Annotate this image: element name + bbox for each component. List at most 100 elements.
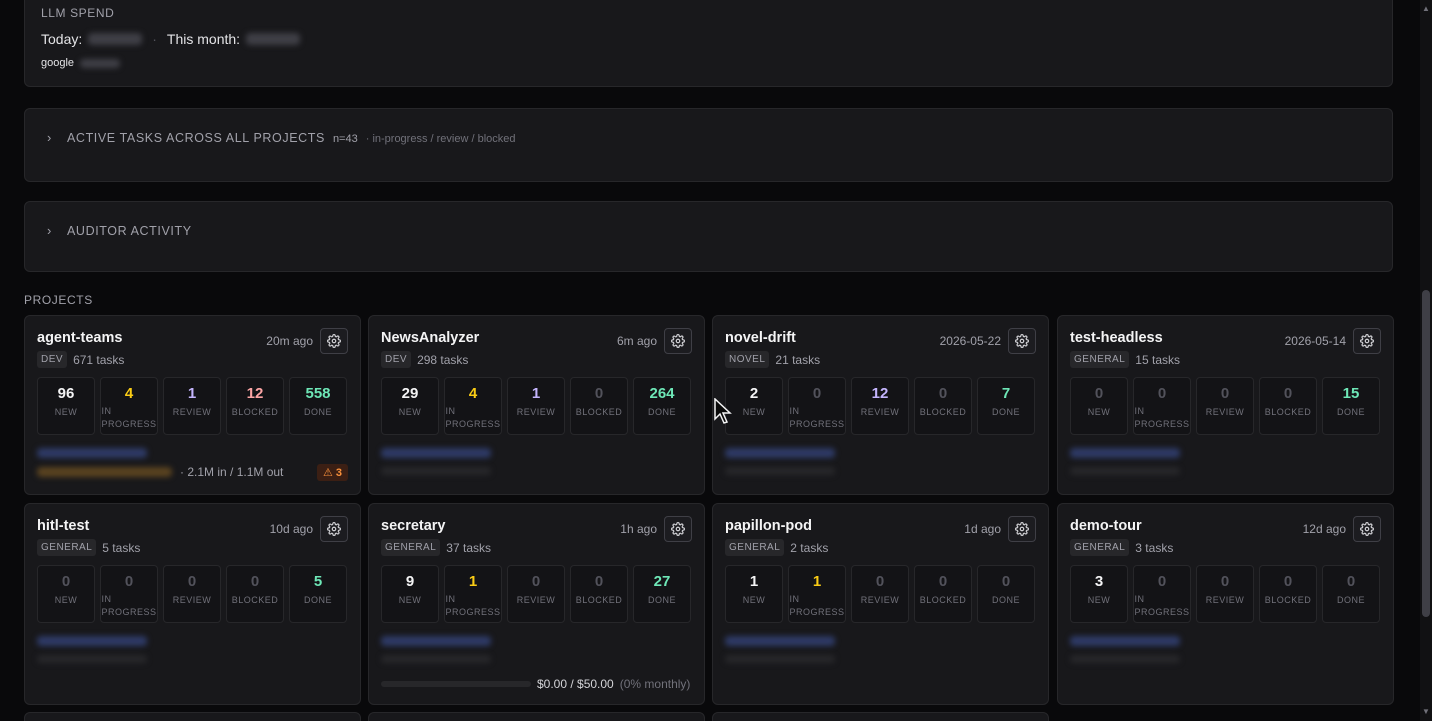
stat-value: 4 xyxy=(468,385,478,402)
project-name[interactable]: novel-drift xyxy=(725,330,796,346)
active-tasks-panel[interactable]: › ACTIVE TASKS ACROSS ALL PROJECTS n=43 … xyxy=(24,108,1393,182)
stat-in-progress[interactable]: 4 IN PROGRESS xyxy=(100,377,158,435)
stat-new[interactable]: 9 NEW xyxy=(381,565,439,623)
stat-blocked[interactable]: 0 BLOCKED xyxy=(570,377,628,435)
stat-label: IN PROGRESS xyxy=(1134,594,1190,617)
stat-blocked[interactable]: 0 BLOCKED xyxy=(914,377,972,435)
project-tag: NOVEL xyxy=(725,351,770,368)
stat-done[interactable]: 27 DONE xyxy=(633,565,691,623)
project-task-count: 15 tasks xyxy=(1135,352,1180,367)
stat-review[interactable]: 0 REVIEW xyxy=(851,565,909,623)
stat-label: BLOCKED xyxy=(919,407,967,417)
project-settings-button[interactable] xyxy=(1008,328,1036,354)
stat-blocked[interactable]: 12 BLOCKED xyxy=(226,377,284,435)
project-card[interactable]: agent-teams 20m ago DEV 671 tasks 96 NEW 4 IN PR… xyxy=(24,315,361,495)
project-last-activity: 1d ago xyxy=(964,522,1001,536)
stat-new[interactable]: 0 NEW xyxy=(1070,377,1128,435)
stat-new[interactable]: 96 NEW xyxy=(37,377,95,435)
auditor-activity-header[interactable]: › AUDITOR ACTIVITY xyxy=(47,223,192,238)
chevron-right-icon: › xyxy=(47,130,52,145)
stat-in-progress[interactable]: 0 IN PROGRESS xyxy=(788,377,846,435)
stat-blocked[interactable]: 0 BLOCKED xyxy=(1259,377,1317,435)
project-settings-button[interactable] xyxy=(664,328,692,354)
project-card[interactable]: hitl-test 10d ago GENERAL 5 tasks 0 NEW 0 IN PRO… xyxy=(24,503,361,705)
redacted-link xyxy=(381,448,491,458)
stat-blocked[interactable]: 0 BLOCKED xyxy=(226,565,284,623)
redacted-detail xyxy=(725,467,835,475)
project-card-peek xyxy=(368,712,705,721)
redacted-cost xyxy=(37,467,172,477)
project-last-activity: 20m ago xyxy=(266,334,313,348)
project-settings-button[interactable] xyxy=(1353,516,1381,542)
stat-done[interactable]: 15 DONE xyxy=(1322,377,1380,435)
redacted-detail xyxy=(1070,467,1180,475)
auditor-activity-panel[interactable]: › AUDITOR ACTIVITY xyxy=(24,201,1393,272)
project-tag: GENERAL xyxy=(37,539,97,556)
stat-blocked[interactable]: 0 BLOCKED xyxy=(1259,565,1317,623)
project-name[interactable]: hitl-test xyxy=(37,518,89,534)
project-settings-button[interactable] xyxy=(1008,516,1036,542)
stat-in-progress[interactable]: 1 IN PROGRESS xyxy=(444,565,502,623)
project-card[interactable]: NewsAnalyzer 6m ago DEV 298 tasks 29 NEW 4 IN PR… xyxy=(368,315,705,495)
project-card[interactable]: novel-drift 2026-05-22 NOVEL 21 tasks 2 NEW 0 I… xyxy=(712,315,1049,495)
project-settings-button[interactable] xyxy=(664,516,692,542)
stat-in-progress[interactable]: 1 IN PROGRESS xyxy=(788,565,846,623)
project-settings-button[interactable] xyxy=(320,328,348,354)
stat-value: 0 xyxy=(1346,573,1356,590)
redacted-link xyxy=(37,448,147,458)
project-card-peek xyxy=(24,712,361,721)
project-name[interactable]: secretary xyxy=(381,518,446,534)
stat-value: 1 xyxy=(468,573,478,590)
stat-new[interactable]: 1 NEW xyxy=(725,565,783,623)
stat-review[interactable]: 1 REVIEW xyxy=(507,377,565,435)
stat-done[interactable]: 558 DONE xyxy=(289,377,347,435)
stat-review[interactable]: 0 REVIEW xyxy=(1196,565,1254,623)
stat-new[interactable]: 3 NEW xyxy=(1070,565,1128,623)
llm-spend-summary: Today: · This month: xyxy=(41,31,301,47)
stat-review[interactable]: 0 REVIEW xyxy=(1196,377,1254,435)
stat-review[interactable]: 1 REVIEW xyxy=(163,377,221,435)
project-name[interactable]: agent-teams xyxy=(37,330,122,346)
project-stats: 0 NEW 0 IN PROGRESS 0 REVIEW 0 BLOCKED 15 DONE xyxy=(1070,377,1380,435)
project-settings-button[interactable] xyxy=(320,516,348,542)
project-card[interactable]: secretary 1h ago GENERAL 37 tasks 9 NEW 1 IN PRO… xyxy=(368,503,705,705)
stat-value: 15 xyxy=(1342,385,1360,402)
scrollbar-thumb[interactable] xyxy=(1422,290,1430,617)
warning-badge[interactable]: ⚠ 3 xyxy=(316,464,348,481)
stat-in-progress[interactable]: 0 IN PROGRESS xyxy=(1133,377,1191,435)
stat-done[interactable]: 0 DONE xyxy=(977,565,1035,623)
stat-in-progress[interactable]: 4 IN PROGRESS xyxy=(444,377,502,435)
stat-in-progress[interactable]: 0 IN PROGRESS xyxy=(100,565,158,623)
project-name[interactable]: NewsAnalyzer xyxy=(381,330,479,346)
stat-label: DONE xyxy=(991,407,1020,417)
stat-done[interactable]: 0 DONE xyxy=(1322,565,1380,623)
stat-label: NEW xyxy=(398,595,422,605)
stat-in-progress[interactable]: 0 IN PROGRESS xyxy=(1133,565,1191,623)
stat-done[interactable]: 5 DONE xyxy=(289,565,347,623)
stat-blocked[interactable]: 0 BLOCKED xyxy=(914,565,972,623)
stat-value: 0 xyxy=(187,573,197,590)
project-meta: GENERAL 37 tasks xyxy=(381,539,491,556)
stat-done[interactable]: 7 DONE xyxy=(977,377,1035,435)
stat-label: IN PROGRESS xyxy=(789,594,845,617)
project-card[interactable]: test-headless 2026-05-14 GENERAL 15 tasks 0 N… xyxy=(1057,315,1394,495)
project-card[interactable]: papillon-pod 1d ago GENERAL 2 tasks 1 NEW 1 IN P… xyxy=(712,503,1049,705)
scroll-up-icon[interactable]: ▲ xyxy=(1422,4,1430,13)
stat-new[interactable]: 29 NEW xyxy=(381,377,439,435)
stat-done[interactable]: 264 DONE xyxy=(633,377,691,435)
project-name[interactable]: papillon-pod xyxy=(725,518,812,534)
stat-review[interactable]: 12 REVIEW xyxy=(851,377,909,435)
separator: · xyxy=(152,31,157,47)
stat-review[interactable]: 0 REVIEW xyxy=(163,565,221,623)
active-tasks-header[interactable]: › ACTIVE TASKS ACROSS ALL PROJECTS n=43 … xyxy=(47,130,516,145)
stat-blocked[interactable]: 0 BLOCKED xyxy=(570,565,628,623)
scroll-down-icon[interactable]: ▼ xyxy=(1422,707,1430,716)
stat-new[interactable]: 0 NEW xyxy=(37,565,95,623)
project-name[interactable]: test-headless xyxy=(1070,330,1163,346)
project-card[interactable]: demo-tour 12d ago GENERAL 3 tasks 3 NEW 0 IN PRO… xyxy=(1057,503,1394,705)
project-settings-button[interactable] xyxy=(1353,328,1381,354)
stat-label: NEW xyxy=(742,595,766,605)
project-task-count: 21 tasks xyxy=(775,352,821,367)
project-name[interactable]: demo-tour xyxy=(1070,518,1142,534)
stat-review[interactable]: 0 REVIEW xyxy=(507,565,565,623)
